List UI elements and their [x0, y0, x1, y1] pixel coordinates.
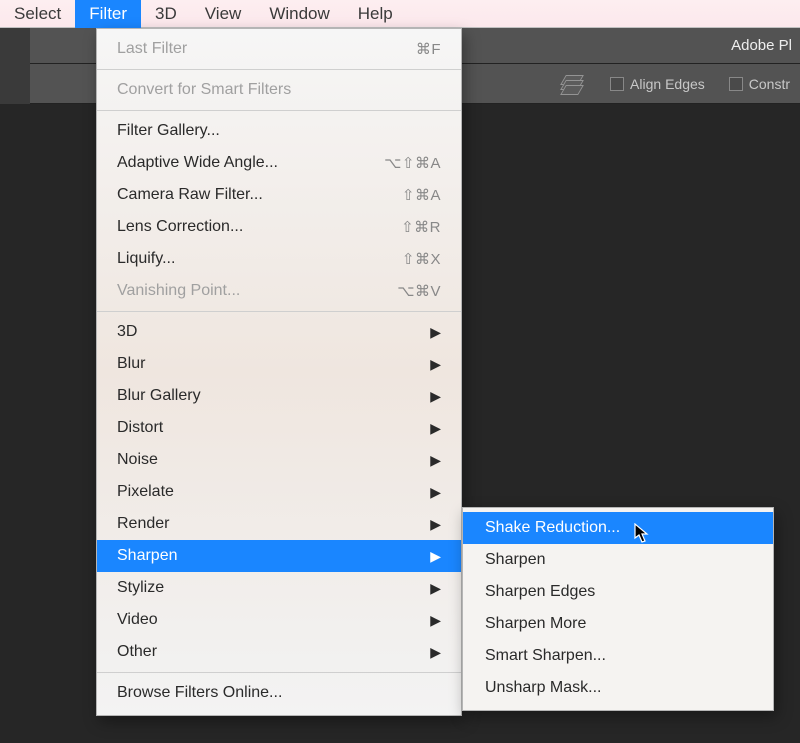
menu-item-liquify[interactable]: Liquify... ⇧⌘X [97, 243, 461, 275]
menu-item-distort[interactable]: Distort ▶ [97, 412, 461, 444]
menu-separator [97, 311, 461, 312]
menu-item-camera-raw-filter[interactable]: Camera Raw Filter... ⇧⌘A [97, 179, 461, 211]
sharpen-submenu: Shake Reduction... Sharpen Sharpen Edges… [462, 507, 774, 711]
menubar-item-3d[interactable]: 3D [141, 0, 191, 28]
align-edges-option[interactable]: Align Edges [610, 76, 705, 92]
chevron-right-icon: ▶ [430, 356, 441, 373]
menu-item-3d[interactable]: 3D ▶ [97, 316, 461, 348]
menu-item-blur[interactable]: Blur ▶ [97, 348, 461, 380]
chevron-right-icon: ▶ [430, 324, 441, 341]
shortcut-label: ⌥⇧⌘A [384, 154, 441, 172]
menu-item-video[interactable]: Video ▶ [97, 604, 461, 636]
chevron-right-icon: ▶ [430, 612, 441, 629]
menu-item-filter-gallery[interactable]: Filter Gallery... [97, 115, 461, 147]
menubar-item-window[interactable]: Window [255, 0, 343, 28]
menu-item-stylize[interactable]: Stylize ▶ [97, 572, 461, 604]
chevron-right-icon: ▶ [430, 644, 441, 661]
chevron-right-icon: ▶ [430, 548, 441, 565]
chevron-right-icon: ▶ [430, 452, 441, 469]
menu-item-render[interactable]: Render ▶ [97, 508, 461, 540]
shortcut-label: ⇧⌘R [401, 218, 441, 236]
shortcut-label: ⌘F [416, 40, 441, 58]
menu-item-lens-correction[interactable]: Lens Correction... ⇧⌘R [97, 211, 461, 243]
submenu-item-shake-reduction[interactable]: Shake Reduction... [463, 512, 773, 544]
menu-item-noise[interactable]: Noise ▶ [97, 444, 461, 476]
constrain-checkbox[interactable] [729, 77, 743, 91]
layers-icon[interactable] [558, 73, 586, 95]
menu-item-convert-smart-filters[interactable]: Convert for Smart Filters [97, 74, 461, 106]
submenu-item-unsharp-mask[interactable]: Unsharp Mask... [463, 672, 773, 704]
shortcut-label: ⇧⌘A [402, 186, 441, 204]
submenu-item-sharpen[interactable]: Sharpen [463, 544, 773, 576]
menu-item-last-filter[interactable]: Last Filter ⌘F [97, 33, 461, 65]
menubar-item-help[interactable]: Help [344, 0, 407, 28]
menu-separator [97, 672, 461, 673]
submenu-item-sharpen-more[interactable]: Sharpen More [463, 608, 773, 640]
chevron-right-icon: ▶ [430, 484, 441, 501]
align-edges-checkbox[interactable] [610, 77, 624, 91]
chevron-right-icon: ▶ [430, 388, 441, 405]
menu-separator [97, 110, 461, 111]
menu-item-pixelate[interactable]: Pixelate ▶ [97, 476, 461, 508]
menubar: Select Filter 3D View Window Help [0, 0, 800, 28]
left-panel-edge [0, 28, 30, 104]
shortcut-label: ⌥⌘V [397, 282, 441, 300]
menu-separator [97, 69, 461, 70]
chevron-right-icon: ▶ [430, 580, 441, 597]
filter-menu: Last Filter ⌘F Convert for Smart Filters… [96, 28, 462, 716]
submenu-item-sharpen-edges[interactable]: Sharpen Edges [463, 576, 773, 608]
menu-item-browse-filters-online[interactable]: Browse Filters Online... [97, 677, 461, 709]
constrain-option[interactable]: Constr [729, 76, 790, 92]
menu-item-vanishing-point[interactable]: Vanishing Point... ⌥⌘V [97, 275, 461, 307]
shortcut-label: ⇧⌘X [402, 250, 441, 268]
chevron-right-icon: ▶ [430, 420, 441, 437]
menubar-item-filter[interactable]: Filter [75, 0, 141, 28]
submenu-item-smart-sharpen[interactable]: Smart Sharpen... [463, 640, 773, 672]
align-edges-label: Align Edges [630, 76, 705, 92]
menu-item-adaptive-wide-angle[interactable]: Adaptive Wide Angle... ⌥⇧⌘A [97, 147, 461, 179]
menubar-item-select[interactable]: Select [0, 0, 75, 28]
menu-item-sharpen[interactable]: Sharpen ▶ [97, 540, 461, 572]
constrain-label: Constr [749, 76, 790, 92]
app-title: Adobe Pl [731, 37, 792, 54]
chevron-right-icon: ▶ [430, 516, 441, 533]
menubar-item-view[interactable]: View [191, 0, 256, 28]
menu-item-other[interactable]: Other ▶ [97, 636, 461, 668]
menu-item-blur-gallery[interactable]: Blur Gallery ▶ [97, 380, 461, 412]
